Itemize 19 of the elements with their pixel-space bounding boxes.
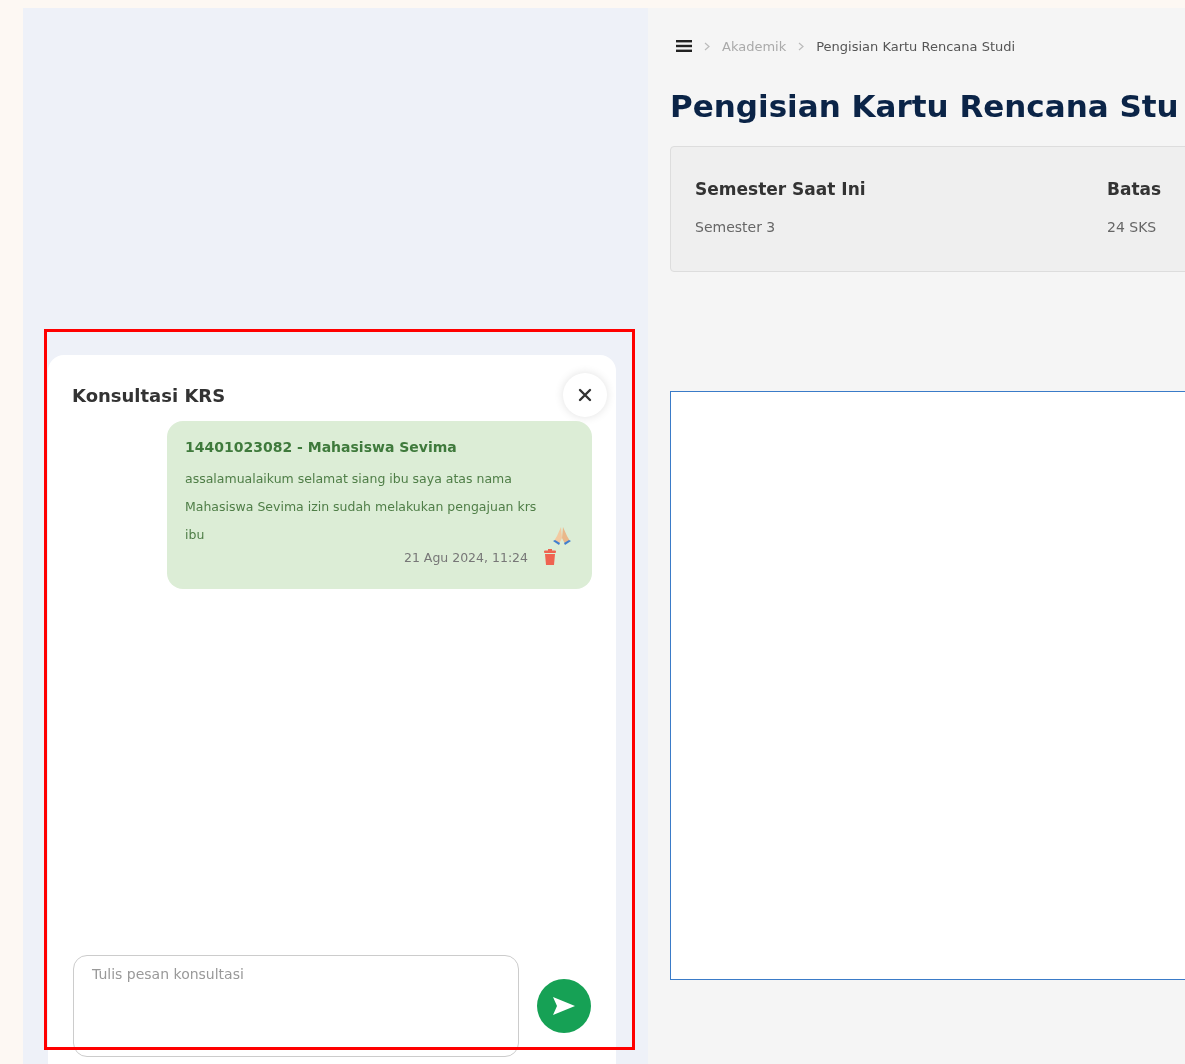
close-button[interactable] <box>563 373 607 417</box>
info-value: 24 SKS <box>1107 219 1158 235</box>
message-time: 21 Agu 2024, 11:24 <box>403 549 528 565</box>
page-title: Pengisian Kartu Rencana Stu <box>670 88 1180 124</box>
info-label: Batas <box>1107 179 1163 199</box>
message-sender: 14401023082 - Mahasiswa Sevima <box>185 439 458 455</box>
info-value: Semester 3 <box>695 219 777 235</box>
chevron-icon <box>704 41 710 51</box>
trash-icon[interactable] <box>544 549 556 565</box>
message-text: assalamualaikum selamat siang ibu saya atas nama Mahasiswa Sevima izin sudah melakukan pengajuan krs ibu <box>185 470 538 544</box>
breadcrumb-link[interactable]: Akademik <box>722 38 787 54</box>
send-icon <box>552 996 576 1016</box>
menu-icon[interactable] <box>676 40 692 52</box>
message-input[interactable]: Tulis pesan konsultasi <box>73 955 519 1057</box>
chat-title: Konsultasi KRS <box>72 384 226 406</box>
close-icon <box>578 388 592 402</box>
send-button[interactable] <box>537 979 591 1033</box>
info-label: Semester Saat Ini <box>695 179 867 199</box>
chevron-icon <box>798 41 805 51</box>
